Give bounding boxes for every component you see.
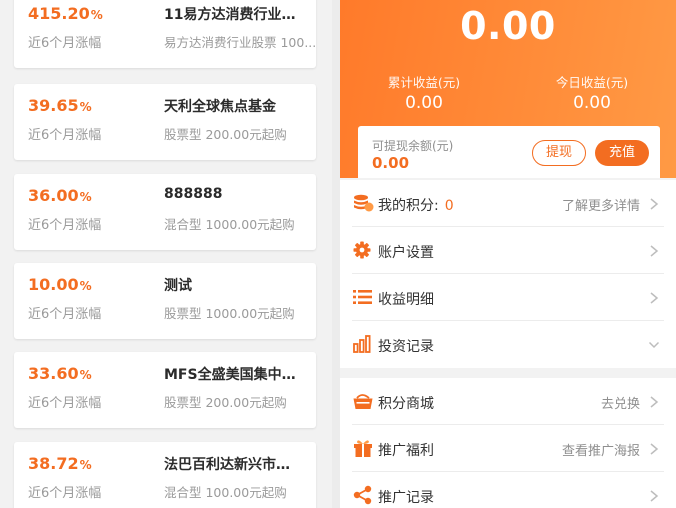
menu-item-promotion-welfare[interactable]: 推广福利 查看推广海报 bbox=[352, 425, 664, 472]
today-income-label: 今日收益(元) bbox=[555, 75, 629, 90]
menu-item-hint: 去兑换 bbox=[600, 397, 640, 412]
list-icon bbox=[353, 290, 372, 304]
share-icon bbox=[353, 485, 372, 505]
cumulative-income-value: 0.00 bbox=[405, 93, 443, 113]
fund-desc: 混合型 100.00元起购 bbox=[164, 485, 287, 500]
fund-rate: 36.00% bbox=[28, 186, 92, 205]
withdrawable-label: 可提现余额(元) bbox=[372, 139, 454, 153]
menu-item-label: 推广记录 bbox=[378, 490, 434, 506]
chevron-right-icon bbox=[650, 490, 659, 502]
fund-rate-label: 近6个月涨幅 bbox=[28, 218, 102, 233]
fund-name: 测试 bbox=[164, 278, 192, 294]
fund-desc: 股票型 200.00元起购 bbox=[164, 395, 287, 410]
menu-item-income-detail[interactable]: 收益明细 bbox=[352, 274, 664, 321]
fund-rate: 38.72% bbox=[28, 454, 92, 473]
menu-item-label: 积分商城 bbox=[378, 396, 434, 412]
cumulative-income-label: 累计收益(元) bbox=[387, 75, 461, 90]
chevron-right-icon bbox=[650, 198, 659, 210]
menu-item-label: 投资记录 bbox=[378, 339, 434, 355]
menu-item-label: 我的积分: bbox=[378, 198, 439, 214]
fund-desc: 股票型 1000.00元起购 bbox=[164, 306, 295, 321]
fund-name: 888888 bbox=[164, 186, 223, 202]
fund-name: 法巴百利达新兴市… bbox=[164, 457, 290, 473]
fund-desc: 易方达消费行业股票 100... bbox=[164, 35, 316, 50]
fund-rate-label: 近6个月涨幅 bbox=[28, 128, 102, 143]
account-panel: 0.00 累计收益(元) 0.00 今日收益(元) 0.00 可提现余额(元) … bbox=[340, 0, 676, 508]
chevron-right-icon bbox=[650, 396, 659, 408]
menu-item-hint: 查看推广海报 bbox=[561, 444, 640, 459]
chevron-right-icon bbox=[650, 443, 659, 455]
fund-rate: 10.00% bbox=[28, 275, 92, 294]
menu-item-hint: 了解更多详情 bbox=[561, 199, 640, 214]
menu-item-label: 收益明细 bbox=[378, 292, 434, 308]
fund-rate-label: 近6个月涨幅 bbox=[28, 36, 102, 51]
fund-name: 天利全球焦点基金 bbox=[164, 99, 276, 115]
fund-rate: 39.65% bbox=[28, 96, 92, 115]
gift-icon bbox=[354, 440, 372, 457]
fund-list: 415.20% 近6个月涨幅 11易方达消费行业… 易方达消费行业股票 100.… bbox=[0, 0, 332, 508]
withdraw-button[interactable]: 提现 bbox=[532, 140, 586, 166]
points-value: 0 bbox=[444, 198, 454, 214]
menu-item-promotion-record[interactable]: 推广记录 bbox=[352, 472, 664, 508]
menu-item-label: 推广福利 bbox=[378, 443, 434, 459]
fund-desc: 混合型 1000.00元起购 bbox=[164, 217, 295, 232]
basket-icon bbox=[353, 394, 373, 409]
fund-card[interactable]: 38.72% 近6个月涨幅 法巴百利达新兴市… 混合型 100.00元起购 bbox=[14, 442, 316, 508]
fund-card[interactable]: 10.00% 近6个月涨幅 测试 股票型 1000.00元起购 bbox=[14, 263, 316, 339]
coins-icon bbox=[354, 194, 374, 212]
menu-item-label: 账户设置 bbox=[378, 245, 434, 261]
bar-chart-icon bbox=[353, 335, 371, 353]
menu-group-promotion: 积分商城 去兑换 推广福利 查看推广海报 推广记录 bbox=[340, 378, 676, 508]
fund-card[interactable]: 39.65% 近6个月涨幅 天利全球焦点基金 股票型 200.00元起购 bbox=[14, 84, 316, 160]
recharge-button[interactable]: 充值 bbox=[595, 140, 649, 166]
cumulative-income: 累计收益(元) 0.00 bbox=[354, 72, 494, 113]
fund-rate: 415.20% bbox=[28, 4, 103, 23]
menu-item-points[interactable]: 我的积分: 0 了解更多详情 bbox=[352, 180, 664, 227]
menu-item-points-mall[interactable]: 积分商城 去兑换 bbox=[352, 378, 664, 425]
fund-rate-label: 近6个月涨幅 bbox=[28, 307, 102, 322]
fund-rate-label: 近6个月涨幅 bbox=[28, 486, 102, 501]
gear-icon bbox=[353, 241, 371, 259]
today-income: 今日收益(元) 0.00 bbox=[522, 72, 662, 113]
menu-item-investment-record[interactable]: 投资记录 bbox=[352, 321, 664, 368]
fund-name: 11易方达消费行业… bbox=[164, 7, 296, 23]
today-income-value: 0.00 bbox=[573, 93, 611, 113]
withdraw-card: 可提现余额(元) 0.00 提现 充值 bbox=[358, 126, 660, 178]
withdrawable-value: 0.00 bbox=[372, 154, 410, 172]
fund-card[interactable]: 415.20% 近6个月涨幅 11易方达消费行业… 易方达消费行业股票 100.… bbox=[14, 0, 316, 68]
fund-card[interactable]: 36.00% 近6个月涨幅 888888 混合型 1000.00元起购 bbox=[14, 174, 316, 250]
fund-rate-label: 近6个月涨幅 bbox=[28, 396, 102, 411]
menu-item-account-settings[interactable]: 账户设置 bbox=[352, 227, 664, 274]
chevron-down-icon bbox=[648, 341, 660, 349]
chevron-right-icon bbox=[650, 292, 659, 304]
chevron-right-icon bbox=[650, 245, 659, 257]
fund-name: MFS全盛美国集中… bbox=[164, 367, 296, 383]
fund-desc: 股票型 200.00元起购 bbox=[164, 127, 287, 142]
total-assets: 0.00 bbox=[460, 4, 556, 48]
menu-group-account: 我的积分: 0 了解更多详情 账户设置 收益明细 投资记录 bbox=[340, 180, 676, 368]
fund-rate: 33.60% bbox=[28, 364, 92, 383]
fund-card[interactable]: 33.60% 近6个月涨幅 MFS全盛美国集中… 股票型 200.00元起购 bbox=[14, 352, 316, 428]
